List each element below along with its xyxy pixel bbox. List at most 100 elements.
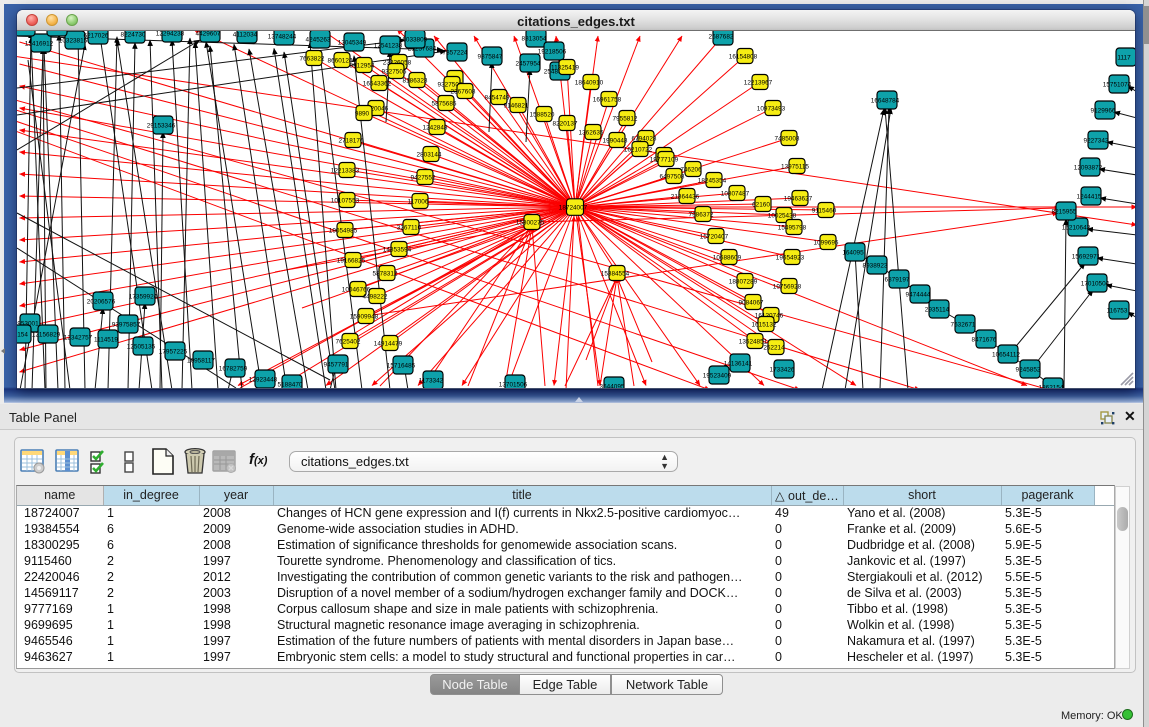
svg-text:13975115: 13975115 (781, 164, 809, 171)
svg-text:12342757: 12342757 (64, 335, 93, 342)
svg-text:15692971: 15692971 (1072, 254, 1101, 261)
svg-text:12505135: 12505135 (127, 344, 156, 351)
svg-text:12156829: 12156829 (32, 332, 61, 339)
svg-text:9457791: 9457791 (324, 362, 349, 369)
svg-text:9890: 9890 (355, 111, 370, 118)
svg-text:14914479: 14914479 (374, 341, 403, 348)
svg-text:19166825: 19166825 (337, 258, 366, 265)
svg-text:16415740: 16415740 (17, 31, 38, 32)
svg-text:4112034: 4112034 (233, 32, 258, 39)
svg-text:1244415: 1244415 (1077, 194, 1102, 201)
svg-text:7625402: 7625402 (336, 339, 361, 346)
svg-text:11325419: 11325419 (551, 65, 579, 72)
svg-text:3267110: 3267110 (397, 225, 422, 232)
svg-text:1615132: 1615132 (752, 322, 777, 329)
svg-text:6217026: 6217026 (84, 33, 109, 40)
svg-text:117006: 117006 (408, 199, 429, 206)
svg-text:13701506: 13701506 (499, 382, 528, 389)
svg-text:10654112: 10654112 (992, 352, 1020, 359)
svg-text:8912954: 8912954 (350, 63, 375, 70)
svg-text:18245354: 18245354 (698, 178, 727, 185)
svg-text:16543362: 16543362 (363, 81, 392, 88)
svg-text:2803144: 2803144 (417, 152, 442, 159)
svg-text:93975857: 93975857 (112, 322, 141, 329)
svg-text:12416912: 12416912 (25, 41, 54, 48)
svg-text:18992829: 18992829 (41, 31, 70, 32)
svg-text:1242848: 1242848 (423, 125, 448, 132)
svg-text:10688609: 10688609 (713, 255, 742, 262)
svg-text:7986372: 7986372 (689, 212, 714, 219)
svg-text:5875685: 5875685 (432, 101, 457, 108)
svg-text:17359924: 17359924 (129, 294, 158, 301)
svg-text:15384554: 15384554 (601, 271, 630, 278)
svg-text:18640910: 18640910 (575, 80, 604, 87)
svg-text:1117: 1117 (1117, 55, 1131, 62)
svg-text:13045349: 13045349 (338, 40, 367, 47)
svg-text:9115460: 9115460 (812, 208, 837, 215)
svg-text:15300275: 15300275 (516, 220, 545, 227)
svg-text:252214: 252214 (763, 345, 785, 352)
svg-text:4498222: 4498222 (363, 294, 388, 301)
svg-text:1173342: 1173342 (419, 378, 444, 385)
svg-text:15909948: 15909948 (350, 314, 379, 321)
svg-text:8938923: 8938923 (863, 263, 888, 270)
svg-text:746206: 746206 (680, 167, 702, 174)
svg-text:10973493: 10973493 (757, 106, 786, 113)
svg-text:13748244: 13748244 (268, 34, 297, 41)
svg-text:6879197: 6879197 (885, 277, 910, 284)
svg-text:15751074: 15751074 (1103, 82, 1132, 89)
svg-text:10807487: 10807487 (721, 191, 750, 198)
svg-text:8186323: 8186323 (403, 78, 428, 85)
svg-text:10046766: 10046766 (342, 287, 371, 294)
svg-text:19777109: 19777109 (650, 157, 679, 164)
svg-text:10107553: 10107553 (331, 198, 360, 205)
svg-text:116753: 116753 (1107, 308, 1128, 315)
svg-text:18724007: 18724007 (559, 205, 588, 212)
svg-text:8471676: 8471676 (972, 337, 997, 344)
svg-text:7485003: 7485003 (775, 136, 800, 143)
svg-text:2457954: 2457954 (516, 61, 541, 68)
svg-text:19218506: 19218506 (538, 49, 567, 56)
svg-text:9129966: 9129966 (1091, 108, 1116, 115)
svg-text:7632671: 7632671 (951, 322, 976, 329)
svg-text:16154808: 16154808 (729, 54, 758, 61)
svg-text:19054985: 19054985 (329, 228, 358, 235)
svg-text:16033809: 16033809 (399, 37, 428, 44)
svg-text:1362635: 1362635 (579, 130, 604, 137)
svg-text:5188470: 5188470 (278, 382, 303, 389)
svg-text:14136141: 14136141 (724, 361, 753, 368)
svg-text:16782759: 16782759 (219, 366, 248, 373)
svg-text:9227342: 9227342 (1084, 138, 1109, 145)
svg-text:19756928: 19756928 (773, 284, 802, 291)
svg-text:17010504: 17010504 (1081, 281, 1110, 288)
svg-text:5878312: 5878312 (373, 271, 398, 278)
svg-text:19654923: 19654923 (776, 255, 805, 262)
svg-text:12541238: 12541238 (374, 43, 403, 50)
svg-text:7955812: 7955812 (613, 116, 638, 123)
svg-text:12213967: 12213967 (744, 80, 773, 87)
svg-text:16210722: 16210722 (624, 147, 653, 154)
svg-text:2367608: 2367608 (451, 89, 476, 96)
svg-text:19523409: 19523409 (703, 373, 732, 380)
svg-text:9084067: 9084067 (739, 300, 764, 307)
svg-text:15495798: 15495798 (778, 225, 807, 232)
svg-text:12093872: 12093872 (1074, 165, 1103, 172)
svg-text:10025438: 10025438 (768, 213, 797, 220)
svg-text:16210643: 16210643 (1062, 225, 1091, 232)
svg-text:12213383: 12213383 (331, 168, 360, 175)
svg-text:9245852: 9245852 (1016, 367, 1041, 374)
svg-text:1733426: 1733426 (770, 367, 795, 374)
svg-text:9875847: 9875847 (478, 54, 503, 61)
svg-text:15720407: 15720407 (700, 234, 729, 241)
svg-text:20206576: 20206576 (87, 299, 116, 306)
svg-text:2687682: 2687682 (709, 34, 734, 41)
svg-text:16961758: 16961758 (593, 97, 622, 104)
svg-text:3644095: 3644095 (600, 384, 625, 389)
svg-text:8215955: 8215955 (1052, 209, 1077, 216)
svg-text:18807289: 18807289 (729, 279, 758, 286)
svg-text:8224730: 8224730 (121, 32, 146, 39)
svg-text:9327505: 9327505 (382, 69, 407, 76)
svg-text:1990443: 1990443 (603, 138, 628, 145)
svg-text:1114519: 1114519 (94, 337, 118, 344)
svg-text:62160: 62160 (752, 202, 770, 209)
